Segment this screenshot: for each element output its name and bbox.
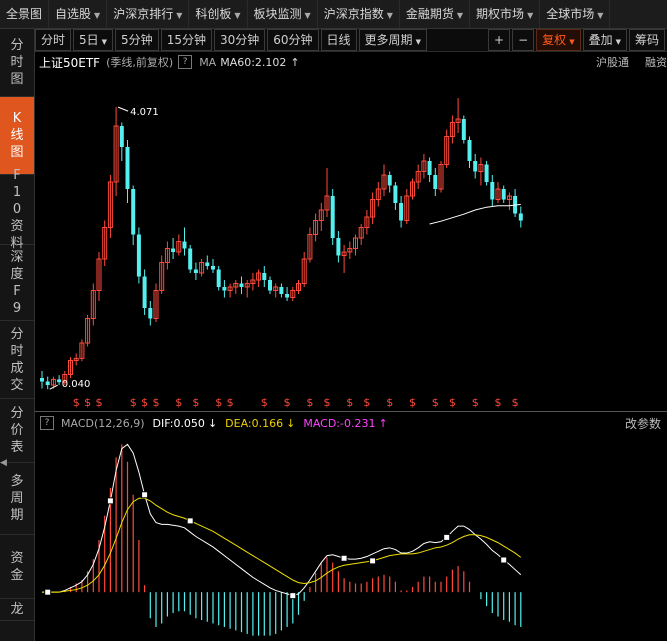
- macd-signal-marker: [141, 491, 149, 499]
- candle-body: [136, 234, 141, 277]
- candle-body: [148, 308, 153, 319]
- candle-body: [427, 161, 432, 175]
- candle-body: [205, 262, 210, 266]
- kline-chart[interactable]: 4.071 0.040 $ $ $ $ $ $ $ $ $ $ $ $ $ $ $ $ $ $ $ $ $ $ $: [0, 0, 667, 641]
- candle-body: [45, 381, 50, 385]
- dividend-marker: $: [386, 396, 393, 409]
- candle-body: [222, 287, 227, 291]
- macd-signal-marker: [186, 517, 194, 525]
- candle-body: [473, 161, 478, 172]
- dividend-marker: $: [130, 396, 137, 409]
- dividend-marker: $: [472, 396, 479, 409]
- candle-body: [171, 248, 176, 252]
- dividend-marker: $: [495, 396, 502, 409]
- dividend-marker: $: [175, 396, 182, 409]
- dividend-marker: $: [215, 396, 222, 409]
- candle-body: [501, 189, 506, 200]
- candle-body: [336, 238, 341, 256]
- macd-signal-marker: [369, 557, 377, 565]
- dividend-marker: $: [409, 396, 416, 409]
- macd-signal-marker: [106, 497, 114, 505]
- candle-body: [285, 294, 290, 298]
- dividend-marker: $: [141, 396, 148, 409]
- dividend-marker: $: [153, 396, 160, 409]
- high-price-label: 4.071: [130, 107, 159, 118]
- candle-body: [268, 280, 272, 291]
- dividend-marker: $: [449, 396, 456, 409]
- low-price-label: 0.040: [62, 379, 91, 390]
- dividend-marker: $: [73, 396, 80, 409]
- candle-body: [216, 269, 221, 287]
- candle-body: [125, 147, 130, 189]
- candle-body: [387, 175, 392, 186]
- dea-line: [42, 497, 522, 593]
- candle-body: [484, 164, 489, 182]
- dividend-marker: $: [227, 396, 234, 409]
- macd-signal-marker: [500, 556, 508, 564]
- dividend-marker: $: [432, 396, 439, 409]
- candle-body: [393, 185, 398, 203]
- candle-body: [188, 248, 193, 270]
- candle-body: [142, 276, 147, 308]
- candle-body: [279, 287, 284, 294]
- high-pointer: [117, 106, 129, 112]
- dividend-marker: $: [346, 396, 353, 409]
- dividend-marker: $: [306, 396, 313, 409]
- macd-signal-marker: [443, 533, 451, 541]
- dividend-marker: $: [284, 396, 291, 409]
- candle-body: [461, 119, 466, 140]
- candle-body: [433, 175, 438, 189]
- candle-body: [40, 378, 44, 382]
- dividend-marker: $: [363, 396, 370, 409]
- candle-body: [399, 203, 404, 221]
- candle-body: [518, 213, 523, 221]
- macd-signal-marker: [340, 554, 348, 562]
- macd-signal-marker: [289, 592, 297, 600]
- candle-body: [57, 379, 62, 383]
- dividend-marker: $: [96, 396, 103, 409]
- candle-body: [330, 196, 335, 238]
- candle-body: [182, 241, 187, 249]
- candle-body: [119, 126, 124, 147]
- dividend-marker: $: [512, 396, 519, 409]
- dividend-marker: $: [324, 396, 331, 409]
- candle-body: [262, 273, 267, 280]
- dividend-marker: $: [192, 396, 199, 409]
- macd-signal-marker: [44, 588, 52, 596]
- ma60-line: [429, 203, 521, 225]
- dividend-marker: $: [84, 396, 91, 409]
- candle-body: [239, 283, 244, 287]
- dividend-marker: $: [261, 396, 268, 409]
- candle-body: [131, 189, 136, 235]
- candle-body: [490, 182, 495, 200]
- candle-body: [467, 140, 472, 161]
- candle-body: [193, 269, 198, 273]
- candle-body: [211, 266, 215, 270]
